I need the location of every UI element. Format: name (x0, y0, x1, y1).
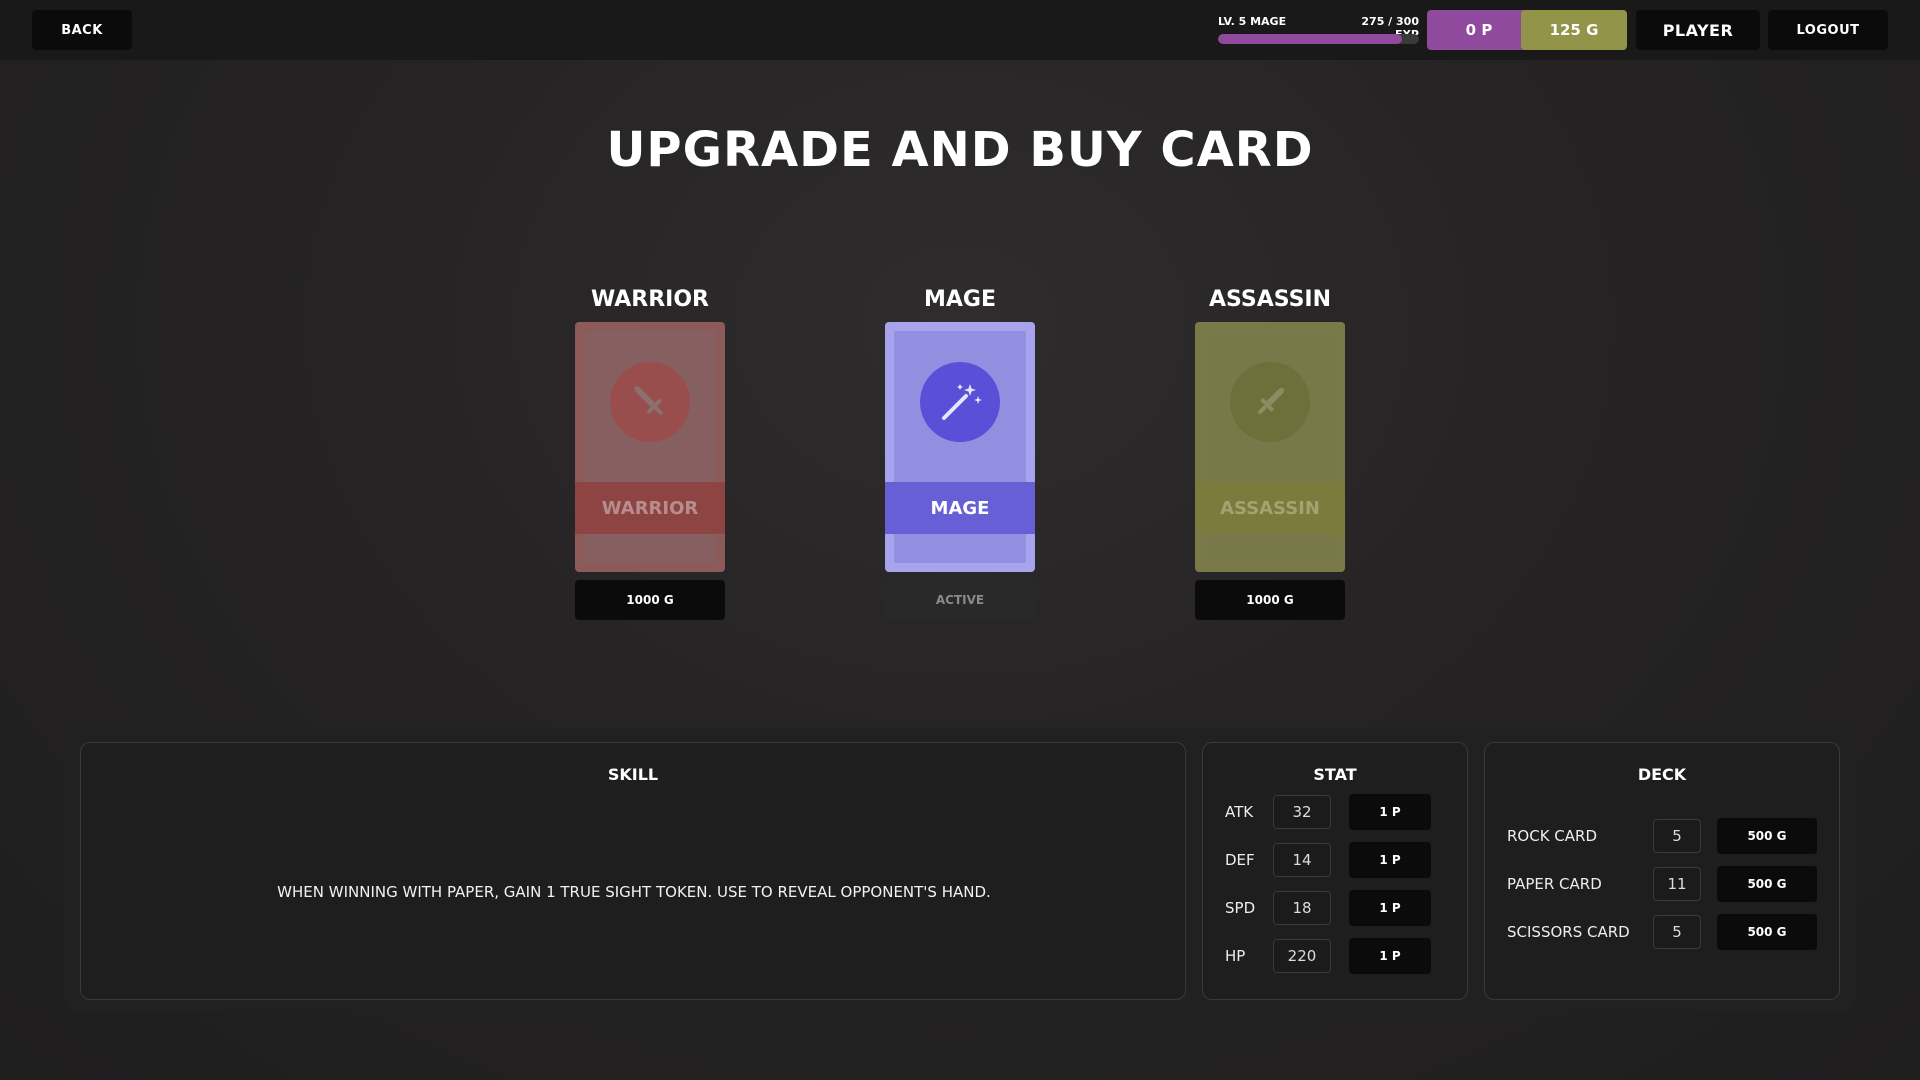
buy-paper-card-button[interactable]: 500 G (1717, 866, 1817, 902)
deck-label-rock: ROCK CARD (1507, 827, 1598, 845)
points-badge[interactable]: 0 P (1427, 10, 1531, 50)
card-art[interactable]: MAGE (885, 322, 1035, 572)
stat-label-def: DEF (1225, 851, 1255, 869)
card-art[interactable]: ASSASSIN (1195, 322, 1345, 572)
upgrade-spd-button[interactable]: 1 P (1349, 890, 1431, 926)
skill-description: WHEN WINNING WITH PAPER, GAIN 1 TRUE SIG… (277, 883, 991, 901)
skill-title: SKILL (607, 765, 659, 784)
details-container: SKILL WHEN WINNING WITH PAPER, GAIN 1 TR… (64, 728, 1856, 1012)
card-title: MAGE (923, 287, 996, 312)
card-title: ASSASSIN (1208, 287, 1332, 312)
deck-label-scissors: SCISSORS CARD (1507, 923, 1630, 941)
deck-label-paper: PAPER CARD (1507, 875, 1602, 893)
deck-title: DECK (1637, 765, 1687, 784)
level-label: LV. 5 MAGE (1218, 15, 1287, 28)
buy-scissors-card-button[interactable]: 500 G (1717, 914, 1817, 950)
deck-count-rock: 5 (1653, 819, 1701, 853)
buy-card-button[interactable]: 1000 G (1195, 580, 1345, 620)
upgrade-atk-button[interactable]: 1 P (1349, 794, 1431, 830)
card-assassin: ASSASSIN ASSASSIN 1000 G (1195, 282, 1345, 620)
deck-panel: DECK ROCK CARD 5 500 G PAPER CARD 11 500… (1484, 742, 1840, 1000)
card-title: WARRIOR (590, 287, 709, 312)
exp-progress-bar (1218, 34, 1419, 44)
card-band-label: MAGE (885, 482, 1035, 534)
stat-label-atk: ATK (1225, 803, 1254, 821)
card-band-label: WARRIOR (575, 482, 725, 534)
sword-icon (610, 362, 690, 442)
deck-count-scissors: 5 (1653, 915, 1701, 949)
buy-rock-card-button[interactable]: 500 G (1717, 818, 1817, 854)
buy-card-button[interactable]: 1000 G (575, 580, 725, 620)
card-mage: MAGE MAGE ACTIVE (885, 282, 1035, 620)
skill-panel: SKILL WHEN WINNING WITH PAPER, GAIN 1 TR… (80, 742, 1186, 1000)
stat-label-spd: SPD (1225, 899, 1256, 917)
deck-count-paper: 11 (1653, 867, 1701, 901)
player-button[interactable]: PLAYER (1636, 10, 1760, 50)
stat-panel: STAT ATK 32 1 P DEF 14 1 P SPD 18 1 P HP… (1202, 742, 1468, 1000)
magic-wand-icon (920, 362, 1000, 442)
dagger-icon (1230, 362, 1310, 442)
stat-value-spd: 18 (1273, 891, 1331, 925)
stat-label-hp: HP (1225, 947, 1246, 965)
logout-button[interactable]: LOGOUT (1768, 10, 1888, 50)
stat-value-hp: 220 (1273, 939, 1331, 973)
active-card-button: ACTIVE (885, 580, 1035, 620)
exp-progress-fill (1218, 34, 1403, 44)
page-title: UPGRADE AND BUY CARD (606, 122, 1314, 178)
upgrade-def-button[interactable]: 1 P (1349, 842, 1431, 878)
card-warrior: WARRIOR WARRIOR 1000 G (575, 282, 725, 620)
top-bar: BACK LV. 5 MAGE 275 / 300 EXP 0 P 125 G … (0, 0, 1920, 60)
stat-title: STAT (1313, 765, 1357, 784)
back-button[interactable]: BACK (32, 10, 132, 50)
card-art[interactable]: WARRIOR (575, 322, 725, 572)
gold-badge[interactable]: 125 G (1521, 10, 1627, 50)
card-band-label: ASSASSIN (1195, 482, 1345, 534)
stat-value-def: 14 (1273, 843, 1331, 877)
stat-value-atk: 32 (1273, 795, 1331, 829)
upgrade-hp-button[interactable]: 1 P (1349, 938, 1431, 974)
